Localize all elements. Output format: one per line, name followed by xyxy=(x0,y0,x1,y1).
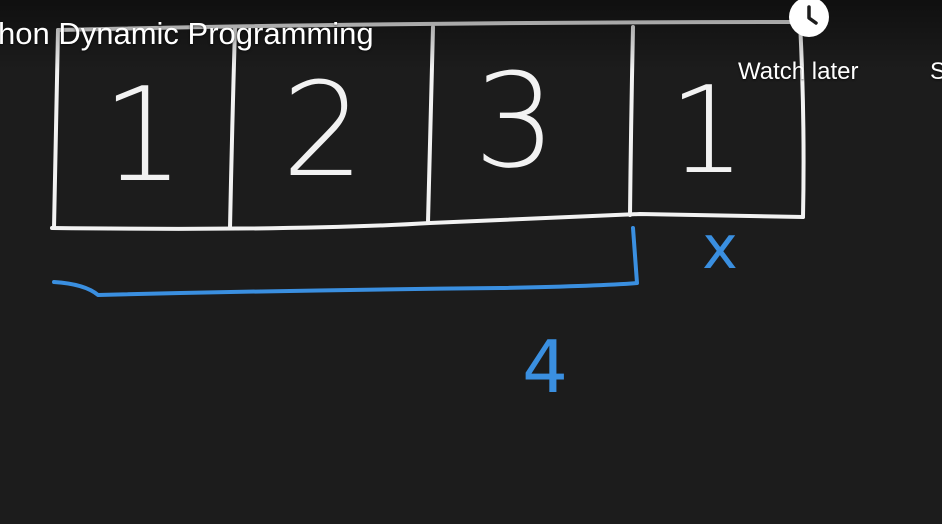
excluded-mark: x xyxy=(702,213,738,283)
watch-later-button[interactable]: Watch later xyxy=(738,58,858,86)
clock-icon[interactable] xyxy=(789,0,829,37)
bracket-length-label: 4 xyxy=(522,325,568,409)
video-title[interactable]: hon Dynamic Programming xyxy=(0,16,374,52)
array-cell-1: 2 xyxy=(282,54,365,206)
array-cell-2: 3 xyxy=(474,45,557,197)
blue-bracket xyxy=(52,226,639,297)
array-cell-3: 1 xyxy=(669,62,745,201)
array-cell-0: 1 xyxy=(102,59,185,211)
share-button[interactable]: S xyxy=(930,58,942,86)
